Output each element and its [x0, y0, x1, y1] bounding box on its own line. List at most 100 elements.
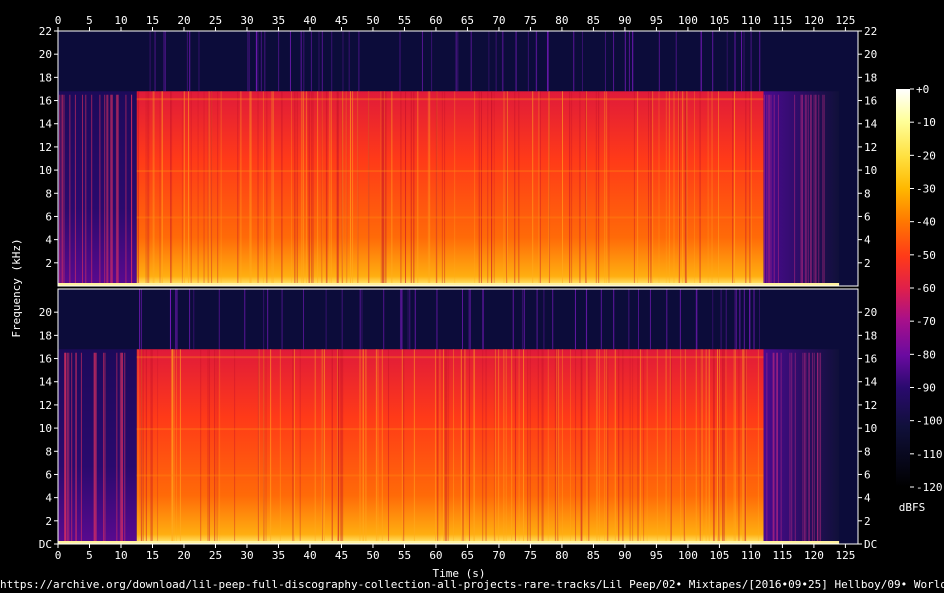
- y-tick-label: 10: [39, 164, 52, 177]
- x-tick-label: 85: [587, 14, 600, 27]
- x-tick-label: 25: [209, 549, 222, 562]
- y-tick-label: DC: [864, 538, 877, 551]
- x-tick-label: 70: [492, 549, 505, 562]
- colorbar-gradient: [896, 89, 910, 487]
- x-tick-label: 75: [524, 14, 537, 27]
- x-tick-label: 60: [429, 14, 442, 27]
- colorbar-tick-label: -10: [916, 116, 936, 129]
- y-tick-label: 14: [39, 376, 53, 389]
- y-tick-label: 10: [39, 422, 52, 435]
- colorbar-tick-label: -80: [916, 348, 936, 361]
- y-tick-label: 18: [39, 329, 52, 342]
- colorbar-tick-label: -30: [916, 183, 936, 196]
- y-tick-label: 22: [864, 25, 877, 38]
- x-axis-top: 0 5 10 15 20 25 30 35 40 45 50 55 60 65 70 75 80 85 90 95 10…: [55, 14, 855, 31]
- y-tick-label: 18: [864, 329, 877, 342]
- colorbar-tick-label: -60: [916, 282, 936, 295]
- x-tick-label: 100: [678, 549, 698, 562]
- y-tick-label: 14: [39, 118, 53, 131]
- colorbar-tick-label: -70: [916, 315, 936, 328]
- x-tick-label: 5: [86, 14, 93, 27]
- x-tick-label: 15: [146, 549, 159, 562]
- y-tick-label: 6: [864, 468, 871, 481]
- y-tick-label: 8: [864, 187, 871, 200]
- y-tick-label: 2: [45, 515, 52, 528]
- x-tick-label: 125: [835, 549, 855, 562]
- x-tick-label: 30: [240, 549, 253, 562]
- colorbar-tick-label: -50: [916, 249, 936, 262]
- y-tick-label: 12: [864, 399, 877, 412]
- y-tick-label: 12: [39, 399, 52, 412]
- y-tick-label: 18: [864, 71, 877, 84]
- spectrogram-panel-right: [57, 288, 859, 545]
- x-tick-label: 0: [55, 549, 62, 562]
- x-tick-label: 80: [555, 14, 568, 27]
- y-tick-label: 16: [864, 353, 877, 366]
- x-tick-label: 120: [804, 14, 824, 27]
- y-tick-label: 10: [864, 422, 877, 435]
- y-tick-label: 20: [39, 48, 52, 61]
- x-tick-label: 110: [741, 549, 761, 562]
- x-tick-label: 85: [587, 549, 600, 562]
- y-tick-label: 16: [39, 353, 52, 366]
- x-tick-label: 120: [804, 549, 824, 562]
- spectrogram-figure: 0 5 10 15 20 25 30 35 40 45 50 55 60 65 70 75 80 85 90 95 10…: [10, 14, 943, 580]
- outro-region: [763, 349, 840, 544]
- y-tick-label: 2: [864, 257, 871, 270]
- x-tick-label: 125: [835, 14, 855, 27]
- y-tick-label: 4: [45, 492, 52, 505]
- x-tick-label: 65: [461, 14, 474, 27]
- x-tick-label: 10: [114, 14, 127, 27]
- x-tick-label: 40: [303, 549, 316, 562]
- x-axis-bottom: 0 5 10 15 20 25 30 35 40 45 50 55 60 65 70 75 80 85 90 95 10…: [55, 544, 855, 562]
- y-tick-label: 16: [39, 95, 52, 108]
- y-tick-label: 6: [864, 210, 871, 223]
- x-tick-label: 55: [398, 549, 411, 562]
- x-tick-label: 10: [114, 549, 127, 562]
- y-tick-label: 8: [45, 187, 52, 200]
- y-tick-label: 8: [864, 445, 871, 458]
- x-tick-label: 105: [709, 549, 729, 562]
- colorbar-label: dBFS: [899, 501, 926, 514]
- y-tick-label: 20: [39, 306, 52, 319]
- x-tick-label: 80: [555, 549, 568, 562]
- x-tick-label: 75: [524, 549, 537, 562]
- x-tick-label: 20: [177, 14, 190, 27]
- x-tick-label: 0: [55, 14, 62, 27]
- y-tick-label: 14: [864, 118, 878, 131]
- y-tick-label: 8: [45, 445, 52, 458]
- y-tick-label: 2: [864, 515, 871, 528]
- y-tick-label: 12: [39, 141, 52, 154]
- x-tick-label: 90: [618, 549, 631, 562]
- x-tick-label: 40: [303, 14, 316, 27]
- x-tick-label: 50: [366, 14, 379, 27]
- x-tick-label: 95: [650, 14, 663, 27]
- y-tick-label: 4: [864, 492, 871, 505]
- x-tick-label: 110: [741, 14, 761, 27]
- colorbar-tick-label: -20: [916, 149, 936, 162]
- music-energy: [136, 349, 764, 544]
- y-tick-label: 2: [45, 257, 52, 270]
- y-tick-label: 10: [864, 164, 877, 177]
- y-tick-label: 18: [39, 71, 52, 84]
- colorbar-tick-label: -90: [916, 382, 936, 395]
- colorbar-tick-label: -100: [916, 415, 943, 428]
- spectrogram-panel-left: [57, 30, 859, 287]
- y-tick-label: 4: [864, 234, 871, 247]
- x-tick-label: 115: [772, 14, 792, 27]
- x-tick-label: 55: [398, 14, 411, 27]
- y-tick-label: 20: [864, 48, 877, 61]
- y-tick-label: 14: [864, 376, 878, 389]
- x-tick-label: 65: [461, 549, 474, 562]
- x-tick-label: 60: [429, 549, 442, 562]
- y-tick-label: 16: [864, 95, 877, 108]
- x-tick-label: 30: [240, 14, 253, 27]
- y-axis-label: Frequency (kHz): [10, 238, 23, 337]
- y-tick-label: 4: [45, 234, 52, 247]
- x-tick-label: 45: [335, 549, 348, 562]
- y-tick-label: 6: [45, 468, 52, 481]
- y-tick-label: DC: [39, 538, 52, 551]
- x-tick-label: 20: [177, 549, 190, 562]
- x-tick-label: 90: [618, 14, 631, 27]
- colorbar-tick-label: +0: [916, 83, 929, 96]
